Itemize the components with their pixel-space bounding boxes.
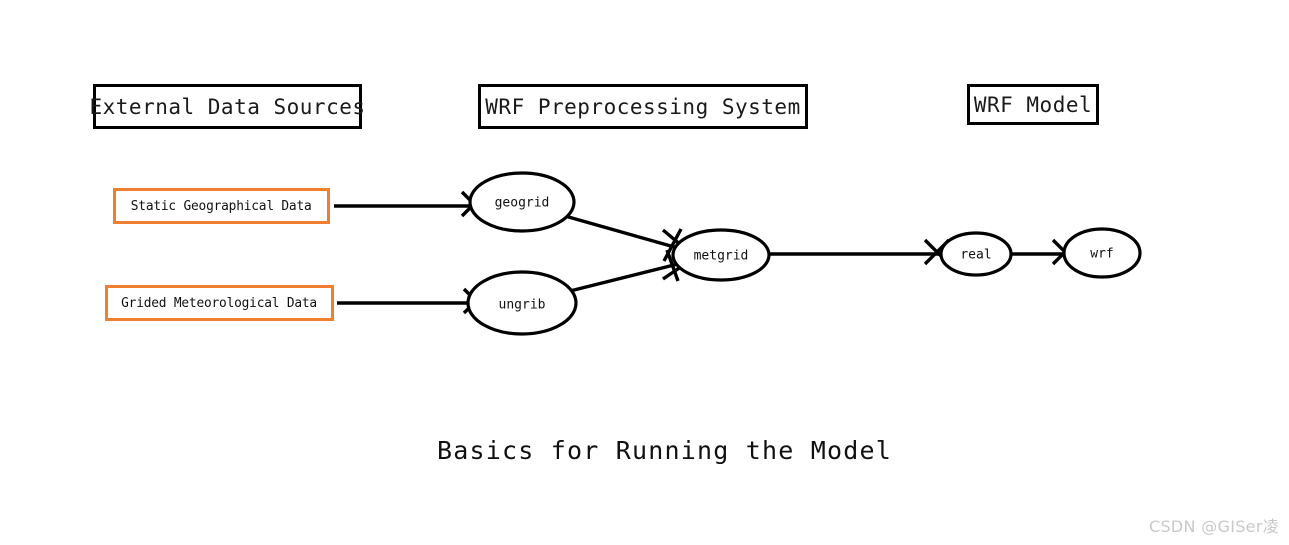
- diagram-canvas: External Data Sources WRF Preprocessing …: [0, 0, 1289, 545]
- process-node-wrf: wrf: [1062, 227, 1142, 279]
- edge-grided-met-to-ungrib: [337, 287, 490, 315]
- edge-static-geo-to-geogrid: [334, 190, 488, 218]
- process-label-geogrid: geogrid: [495, 196, 550, 211]
- process-label-ungrib: ungrib: [499, 298, 546, 313]
- process-label-real: real: [960, 248, 991, 263]
- process-node-real: real: [939, 231, 1013, 277]
- watermark: CSDN @GISer凌: [1149, 517, 1279, 536]
- edge-metgrid-to-real: [769, 238, 951, 266]
- process-node-ungrib: ungrib: [466, 270, 578, 336]
- figure-caption: Basics for Running the Model: [0, 436, 1289, 465]
- process-node-geogrid: geogrid: [468, 171, 576, 233]
- process-label-wrf: wrf: [1090, 247, 1113, 262]
- process-label-metgrid: metgrid: [694, 249, 749, 264]
- figure-caption-text: Basics for Running the Model: [436, 436, 893, 465]
- process-node-metgrid: metgrid: [671, 228, 771, 282]
